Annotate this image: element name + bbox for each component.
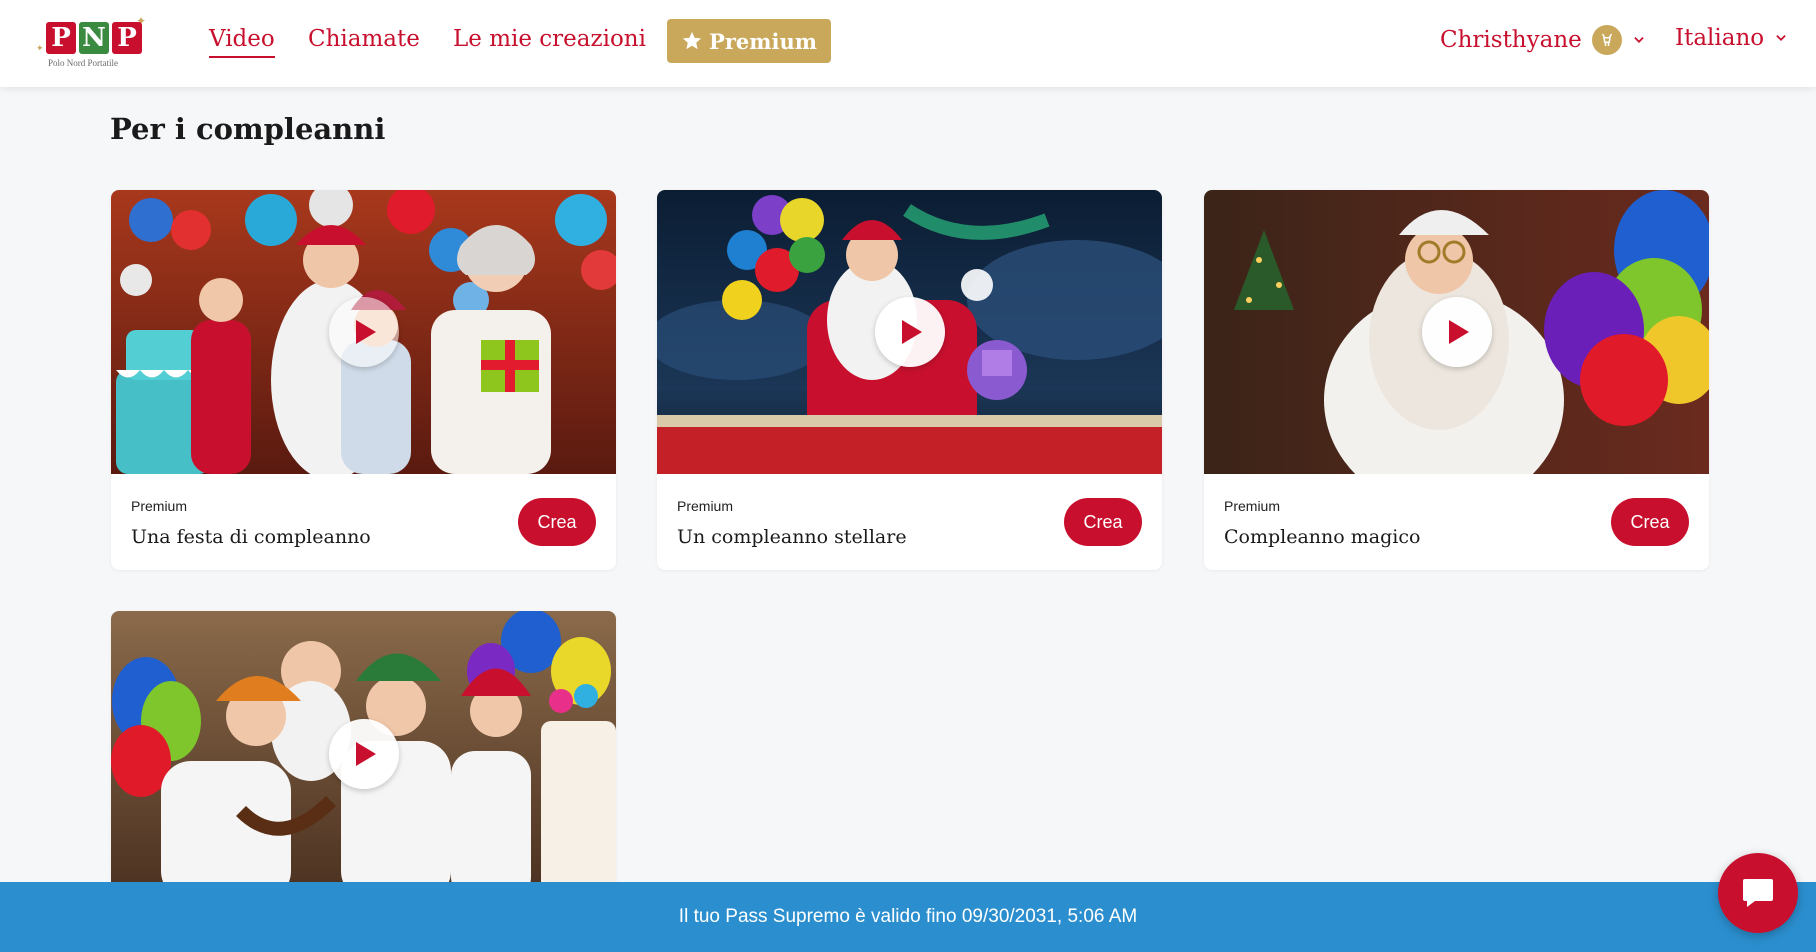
nav-video[interactable]: Video [209,26,275,58]
play-icon [356,320,376,344]
premium-button-label: Premium [709,28,817,54]
crea-button[interactable]: Crea [1611,498,1689,546]
play-icon [902,320,922,344]
logo-subtitle: Polo Nord Portatile [48,58,118,68]
section-title: Per i compleanni [110,112,386,146]
card-title: Compleanno magico [1224,526,1421,548]
video-thumbnail[interactable] [111,611,616,901]
chevron-down-icon [1634,37,1644,43]
play-icon [356,742,376,766]
chevron-down-icon [1776,35,1786,41]
user-menu[interactable]: Christhyane [1440,25,1646,55]
video-card[interactable]: Premium Compleanno magico Crea [1204,190,1709,570]
reindeer-icon [1591,25,1622,55]
logo-sparkle-icon: ✦ [36,44,44,54]
chat-bubble-icon [1743,879,1773,907]
logo-letter: N [79,22,109,54]
nav-le-mie-creazioni[interactable]: Le mie creazioni [453,26,646,52]
card-title: Un compleanno stellare [677,526,907,548]
play-button[interactable] [328,297,399,367]
play-icon [1449,320,1469,344]
top-navigation-bar: ✦ ✦ P N P Polo Nord Portatile Video Chia… [0,0,1816,87]
language-label: Italiano [1675,25,1765,51]
crea-button[interactable]: Crea [518,498,596,546]
play-button[interactable] [328,719,399,789]
play-button[interactable] [1421,297,1492,367]
play-button[interactable] [874,297,945,367]
video-thumbnail[interactable] [657,190,1162,474]
logo-letter: P [112,22,142,54]
user-name: Christhyane [1440,27,1582,53]
video-thumbnail[interactable] [111,190,616,474]
card-tier-label: Premium [677,498,734,514]
star-icon [682,31,702,50]
nav-chiamate[interactable]: Chiamate [308,26,420,52]
crea-button[interactable]: Crea [1064,498,1142,546]
card-tier-label: Premium [1224,498,1281,514]
card-tier-label: Premium [131,498,188,514]
pass-validity-banner: Il tuo Pass Supremo è valido fino 09/30/… [0,882,1816,952]
video-card[interactable]: Premium Un compleanno stellare Crea [657,190,1162,570]
chat-button[interactable] [1718,853,1798,933]
logo-letter: P [46,22,76,54]
pnp-logo[interactable]: ✦ ✦ P N P Polo Nord Portatile [36,14,148,72]
video-card[interactable]: Premium Una festa di compleanno Crea [111,190,616,570]
video-card[interactable] [111,611,616,901]
language-selector[interactable]: Italiano [1675,25,1788,51]
pass-validity-text: Il tuo Pass Supremo è valido fino 09/30/… [678,906,1138,927]
premium-button[interactable]: Premium [667,19,831,63]
video-thumbnail[interactable] [1204,190,1709,474]
card-title: Una festa di compleanno [131,526,371,548]
